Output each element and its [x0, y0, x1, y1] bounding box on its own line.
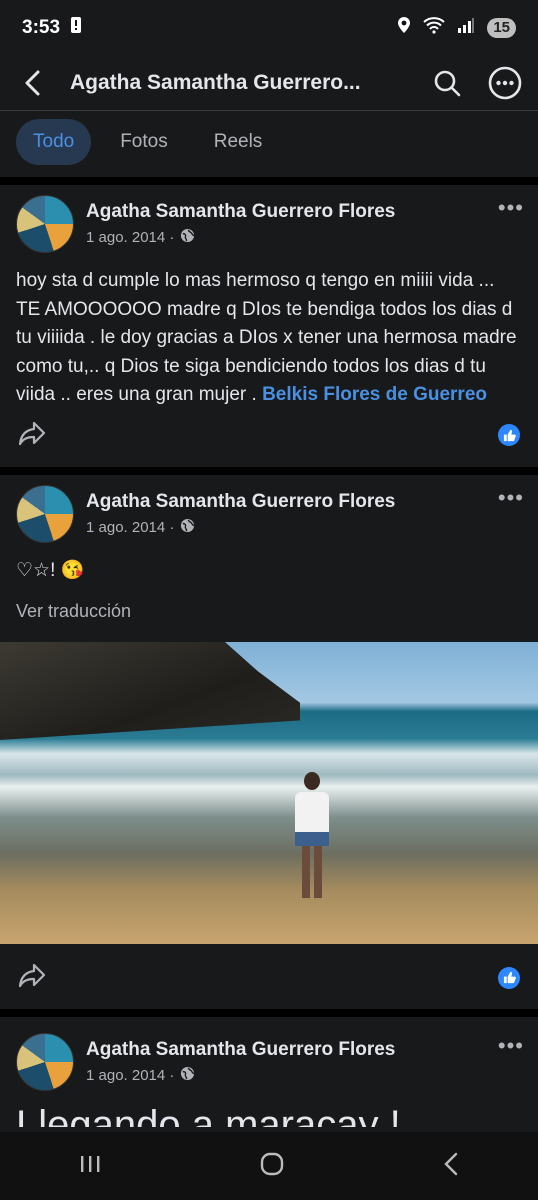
- location-icon: [397, 16, 411, 40]
- share-icon[interactable]: [18, 962, 46, 993]
- post-text: Llegando a maracay !: [16, 1103, 401, 1127]
- post-author[interactable]: Agatha Samantha Guerrero Flores: [86, 1039, 522, 1061]
- post-card: Agatha Samantha Guerrero Flores 1 ago. 2…: [0, 185, 538, 475]
- tab-fotos[interactable]: Fotos: [103, 119, 185, 165]
- post-card: Agatha Samantha Guerrero Flores 1 ago. 2…: [0, 475, 538, 1017]
- post-text: ♡☆! 😘: [16, 559, 85, 581]
- status-time: 3:53: [22, 17, 61, 38]
- recent-apps-icon[interactable]: [79, 1154, 101, 1179]
- avatar[interactable]: [16, 484, 74, 543]
- photo-person: [292, 772, 332, 912]
- system-nav-bar: [0, 1132, 538, 1200]
- post-photo[interactable]: [0, 642, 538, 944]
- more-options-icon[interactable]: [486, 64, 524, 102]
- like-reaction-icon[interactable]: [498, 966, 520, 989]
- globe-icon: [180, 1066, 195, 1085]
- battery-indicator: 15: [487, 18, 516, 38]
- back-nav-icon[interactable]: [443, 1152, 459, 1181]
- tab-todo[interactable]: Todo: [16, 119, 92, 165]
- top-app-bar: Agatha Samantha Guerrero...: [0, 56, 538, 111]
- back-arrow-icon[interactable]: [14, 64, 52, 102]
- post-more-icon[interactable]: •••: [498, 1033, 524, 1059]
- filter-tabs: Todo Fotos Reels: [0, 111, 538, 185]
- avatar[interactable]: [16, 1033, 74, 1091]
- post-date[interactable]: 1 ago. 2014 ·: [86, 229, 174, 246]
- signal-icon: [457, 17, 475, 39]
- tab-reels[interactable]: Reels: [197, 119, 280, 165]
- post-date[interactable]: 1 ago. 2014 ·: [86, 519, 174, 536]
- page-title: Agatha Samantha Guerrero...: [70, 71, 361, 94]
- post-author[interactable]: Agatha Samantha Guerrero Flores: [86, 491, 522, 513]
- globe-icon: [180, 228, 195, 247]
- avatar[interactable]: [16, 195, 74, 253]
- post-card: Agatha Samantha Guerrero Flores 1 ago. 2…: [0, 1017, 538, 1127]
- globe-icon: [180, 518, 195, 537]
- home-icon[interactable]: [259, 1151, 285, 1182]
- wifi-icon: [423, 16, 445, 40]
- post-author[interactable]: Agatha Samantha Guerrero Flores: [86, 201, 522, 223]
- post-more-icon[interactable]: •••: [498, 195, 524, 221]
- search-icon[interactable]: [428, 64, 466, 102]
- like-reaction-icon[interactable]: [498, 424, 520, 446]
- post-more-icon[interactable]: •••: [498, 485, 524, 511]
- photo-rock: [0, 642, 300, 740]
- share-icon[interactable]: [18, 420, 46, 451]
- notification-icon: [70, 16, 82, 40]
- post-text: hoy sta d cumple lo mas hermoso q tengo …: [0, 253, 538, 410]
- status-bar: 3:53 15: [0, 0, 538, 56]
- mention-link[interactable]: Belkis Flores de Guerreo: [262, 384, 487, 405]
- post-date[interactable]: 1 ago. 2014 ·: [86, 1067, 174, 1084]
- see-translation-link[interactable]: Ver traducción: [0, 585, 538, 642]
